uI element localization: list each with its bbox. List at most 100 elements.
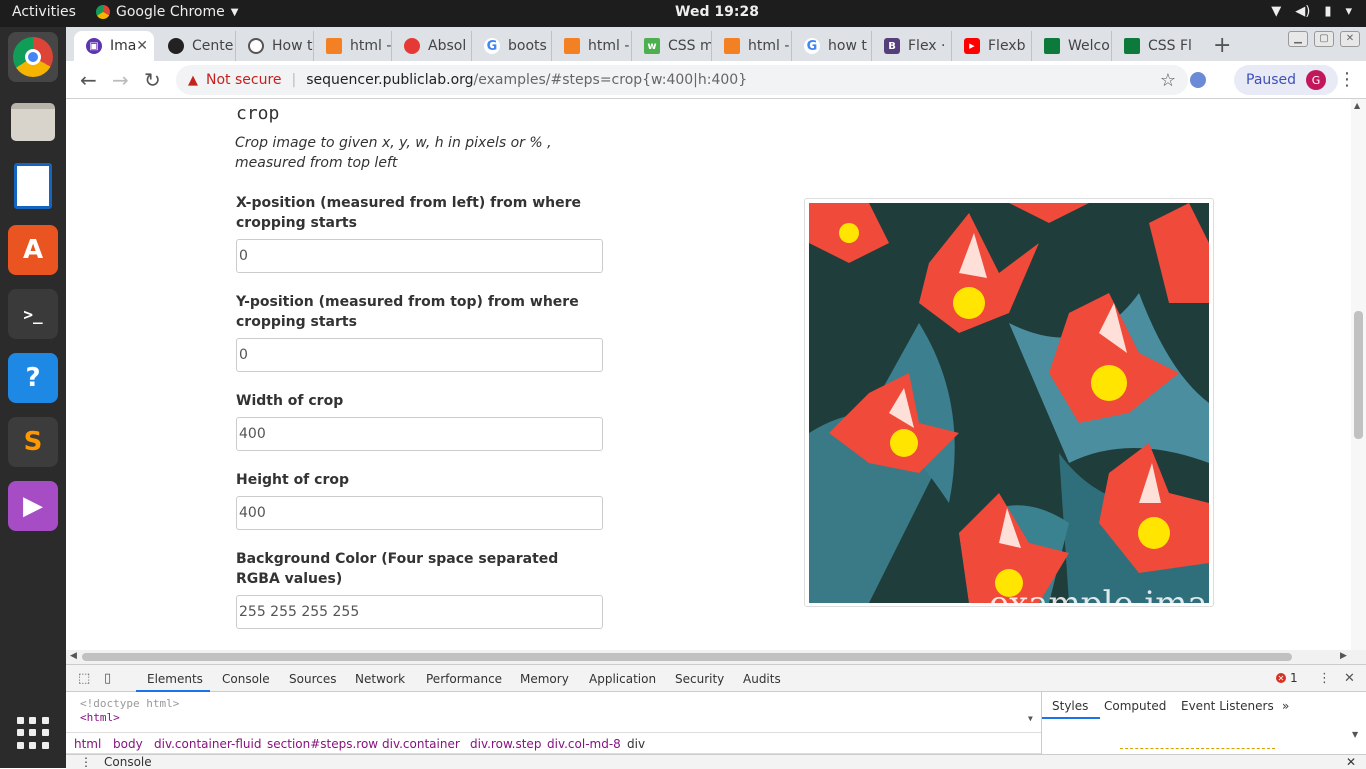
scroll-up-icon[interactable]: ▲ (1354, 101, 1360, 110)
reload-button[interactable]: ↻ (144, 68, 161, 92)
breadcrumb-item[interactable]: section#steps.row (267, 737, 378, 751)
tab-network[interactable]: Network (355, 672, 405, 686)
system-top-bar: Activities Google Chrome ▼ Wed 19:28 ▼ ◀… (0, 0, 1366, 27)
system-tray[interactable]: ▼ ◀) ▮ ▾ (1271, 4, 1352, 19)
tab-memory[interactable]: Memory (520, 672, 569, 686)
background-color-input[interactable]: 255 255 255 255 (236, 595, 603, 629)
scroll-thumb[interactable] (1354, 311, 1363, 439)
tab-active[interactable]: ▣ Ima ✕ (74, 31, 154, 61)
tab-application[interactable]: Application (589, 672, 656, 686)
devtools-panel: ⬚ ▯ Elements Console Sources Network Per… (66, 664, 1366, 769)
error-icon: ✕ (1276, 673, 1286, 683)
horizontal-scrollbar[interactable]: ◀ ▶ (66, 650, 1366, 664)
chrome-icon[interactable] (8, 32, 58, 82)
maximize-button[interactable]: ▢ (1314, 31, 1334, 47)
apps-grid-icon[interactable] (17, 717, 49, 749)
warning-icon: ▲ (188, 72, 198, 88)
output-image[interactable]: example ima (804, 198, 1214, 607)
device-toolbar-icon[interactable]: ▯ (104, 671, 111, 686)
width-input[interactable]: 400 (236, 417, 603, 451)
terminal-icon[interactable]: >_ (8, 289, 58, 339)
tab-audits[interactable]: Audits (743, 672, 781, 686)
x-position-input[interactable]: 0 (236, 239, 603, 273)
breadcrumb-item[interactable]: div.container-fluid (154, 737, 261, 751)
tab[interactable]: Gboots (472, 31, 552, 61)
error-counter[interactable]: ✕ 1 (1276, 671, 1298, 685)
scroll-left-icon[interactable]: ◀ (70, 651, 77, 661)
profile-button[interactable]: Paused G (1234, 65, 1339, 95)
tab[interactable]: CSS Fl (1112, 31, 1192, 61)
more-tabs-icon[interactable]: » (1282, 699, 1289, 713)
menu-icon[interactable]: ⋮ (1338, 69, 1356, 90)
url-path: /examples/#steps=crop{w:400|h:400} (473, 72, 748, 88)
tab-console[interactable]: Console (222, 672, 270, 686)
security-status[interactable]: Not secure (206, 72, 282, 88)
close-icon[interactable]: ✕ (1346, 755, 1356, 769)
tab[interactable]: Welco (1032, 31, 1112, 61)
tab[interactable]: B Flex · (872, 31, 952, 61)
tab-elements[interactable]: Elements (147, 672, 203, 686)
site-icon (1044, 38, 1060, 54)
dom-tree[interactable]: <!doctype html> <html> ▼ (66, 692, 1041, 732)
more-options-icon[interactable]: ⋮ (1318, 671, 1331, 686)
tab-security[interactable]: Security (675, 672, 724, 686)
breadcrumb-item[interactable]: div.container (382, 737, 460, 751)
back-button[interactable]: ← (80, 68, 97, 92)
tab[interactable]: Absol (392, 31, 472, 61)
height-input[interactable]: 400 (236, 496, 603, 530)
dom-html-node[interactable]: <html> (80, 711, 120, 724)
stackoverflow-icon (724, 38, 740, 54)
console-drawer[interactable]: ⋮ Console ✕ (66, 754, 1366, 769)
close-icon[interactable]: ✕ (136, 38, 148, 54)
dom-doctype[interactable]: <!doctype html> (80, 697, 179, 710)
bookmark-star-icon[interactable]: ☆ (1160, 70, 1176, 91)
breadcrumb-item[interactable]: html (74, 737, 101, 751)
y-position-input[interactable]: 0 (236, 338, 603, 372)
module-description: Crop image to given x, y, w, h in pixels… (235, 135, 552, 171)
drawer-menu-icon[interactable]: ⋮ (80, 755, 92, 769)
scroll-right-icon[interactable]: ▶ (1340, 651, 1347, 661)
scroll-down-icon[interactable]: ▼ (1352, 730, 1358, 739)
address-bar[interactable]: ▲ Not secure | sequencer.publiclab.org/e… (176, 65, 1188, 95)
breadcrumb-item[interactable]: body (113, 737, 143, 751)
close-icon[interactable]: ✕ (1344, 671, 1355, 686)
tab[interactable]: html - (552, 31, 632, 61)
tab-performance[interactable]: Performance (426, 672, 502, 686)
vertical-scrollbar[interactable]: ▲ ▼ (1351, 99, 1366, 677)
new-tab-button[interactable]: + (1213, 33, 1231, 58)
breadcrumb-item[interactable]: div.row.step (470, 737, 541, 751)
tab[interactable]: html - (712, 31, 792, 61)
tab-sources[interactable]: Sources (289, 672, 336, 686)
tab[interactable]: Cente (156, 31, 236, 61)
forward-button[interactable]: → (112, 68, 129, 92)
clock[interactable]: Wed 19:28 (0, 4, 1366, 20)
tab[interactable]: html - (314, 31, 392, 61)
files-icon[interactable] (8, 97, 58, 147)
software-icon[interactable]: A (8, 225, 58, 275)
scroll-down-icon[interactable]: ▼ (1028, 714, 1033, 723)
site-icon (1124, 38, 1140, 54)
site-icon (404, 38, 420, 54)
tab[interactable]: ▶ Flexb (952, 31, 1032, 61)
tab-event-listeners[interactable]: Event Listeners (1181, 699, 1274, 713)
sublime-icon[interactable]: S (8, 417, 58, 467)
breadcrumb-item[interactable]: div.col-md-8 (547, 737, 621, 751)
inspect-icon[interactable]: ⬚ (78, 671, 90, 686)
tab[interactable]: Ghow t (792, 31, 872, 61)
height-label: Height of crop (236, 472, 349, 488)
writer-icon[interactable] (8, 161, 58, 211)
tab-computed[interactable]: Computed (1104, 699, 1166, 713)
tab[interactable]: How t (236, 31, 314, 61)
scroll-thumb[interactable] (82, 653, 1292, 661)
media-icon[interactable]: ▶ (8, 481, 58, 531)
close-window-button[interactable]: ✕ (1340, 31, 1360, 47)
tab-favicon-icon: ▣ (86, 38, 102, 54)
help-icon[interactable]: ? (8, 353, 58, 403)
minimize-button[interactable]: ▁ (1288, 31, 1308, 47)
volume-icon: ◀) (1295, 4, 1311, 19)
stackoverflow-icon (326, 38, 342, 54)
extension-icon[interactable] (1190, 72, 1206, 88)
tab-styles[interactable]: Styles (1052, 699, 1088, 713)
tab[interactable]: w CSS m (632, 31, 712, 61)
breadcrumb-item[interactable]: div (627, 737, 645, 751)
